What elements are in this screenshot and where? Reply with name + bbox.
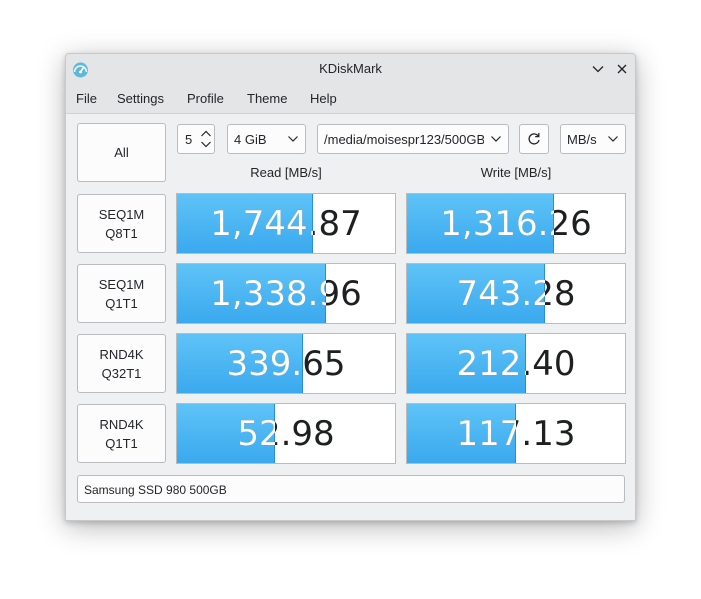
chevron-down-icon xyxy=(288,136,298,142)
read-result-seq1m-q1t1: 1,338.96 1,338.96 xyxy=(176,263,396,324)
close-icon xyxy=(617,64,627,74)
loops-value: 5 xyxy=(185,132,193,147)
menu-bar: File Settings Profile Theme Help xyxy=(66,84,635,114)
write-result-seq1m-q8t1: 1,316.26 1,316.26 xyxy=(406,193,626,254)
loops-spinbox[interactable]: 5 xyxy=(177,124,215,154)
test-button-rnd4k-q32t1[interactable]: RND4K Q32T1 xyxy=(77,334,166,393)
menu-profile[interactable]: Profile xyxy=(187,91,224,106)
refresh-icon xyxy=(528,133,540,145)
test-size-value: 4 GiB xyxy=(234,132,267,147)
target-path-value: /media/moisespr123/500GB xyxy=(324,132,484,147)
test-label-line2: Q32T1 xyxy=(101,365,142,381)
test-label-line2: Q1T1 xyxy=(105,295,138,311)
menu-theme[interactable]: Theme xyxy=(247,91,287,106)
test-button-seq1m-q1t1[interactable]: SEQ1M Q1T1 xyxy=(77,264,166,323)
test-label-line1: SEQ1M xyxy=(98,276,145,292)
chevron-down-icon xyxy=(491,136,501,142)
device-info-field[interactable]: Samsung SSD 980 500GB xyxy=(77,475,625,503)
window-title: KDiskMark xyxy=(319,61,382,76)
chevron-down-icon xyxy=(592,66,604,73)
kdiskmark-window: KDiskMark File Settings Profile Theme He… xyxy=(65,53,636,521)
run-all-label: All xyxy=(114,145,129,160)
test-size-select[interactable]: 4 GiB xyxy=(227,124,306,154)
target-path-select[interactable]: /media/moisespr123/500GB xyxy=(317,124,509,154)
unit-value: MB/s xyxy=(567,132,597,147)
test-label-line2: Q8T1 xyxy=(105,225,138,241)
read-column-header: Read [MB/s] xyxy=(250,165,322,180)
test-label-line1: RND4K xyxy=(99,346,144,362)
menu-help[interactable]: Help xyxy=(310,91,337,106)
close-button[interactable] xyxy=(613,60,631,78)
spin-arrows-icon[interactable] xyxy=(199,129,213,149)
run-all-button[interactable]: All xyxy=(77,123,166,182)
chevron-down-icon xyxy=(608,136,618,142)
test-label-line1: SEQ1M xyxy=(98,206,145,222)
title-bar[interactable]: KDiskMark xyxy=(66,54,635,84)
refresh-button[interactable] xyxy=(519,124,549,154)
read-result-rnd4k-q32t1: 339.65 339.65 xyxy=(176,333,396,394)
write-result-rnd4k-q1t1: 117.13 117.13 xyxy=(406,403,626,464)
test-label-line2: Q1T1 xyxy=(105,435,138,451)
read-result-seq1m-q8t1: 1,744.87 1,744.87 xyxy=(176,193,396,254)
write-result-rnd4k-q32t1: 212.40 212.40 xyxy=(406,333,626,394)
test-button-rnd4k-q1t1[interactable]: RND4K Q1T1 xyxy=(77,404,166,463)
menu-settings[interactable]: Settings xyxy=(117,91,164,106)
write-column-header: Write [MB/s] xyxy=(480,165,552,180)
minimize-button[interactable] xyxy=(589,60,607,78)
read-result-rnd4k-q1t1: 52.98 52.98 xyxy=(176,403,396,464)
test-button-seq1m-q8t1[interactable]: SEQ1M Q8T1 xyxy=(77,194,166,253)
write-result-seq1m-q1t1: 743.28 743.28 xyxy=(406,263,626,324)
test-label-line1: RND4K xyxy=(99,416,144,432)
unit-select[interactable]: MB/s xyxy=(560,124,626,154)
menu-file[interactable]: File xyxy=(76,91,97,106)
device-name: Samsung SSD 980 500GB xyxy=(84,483,227,497)
